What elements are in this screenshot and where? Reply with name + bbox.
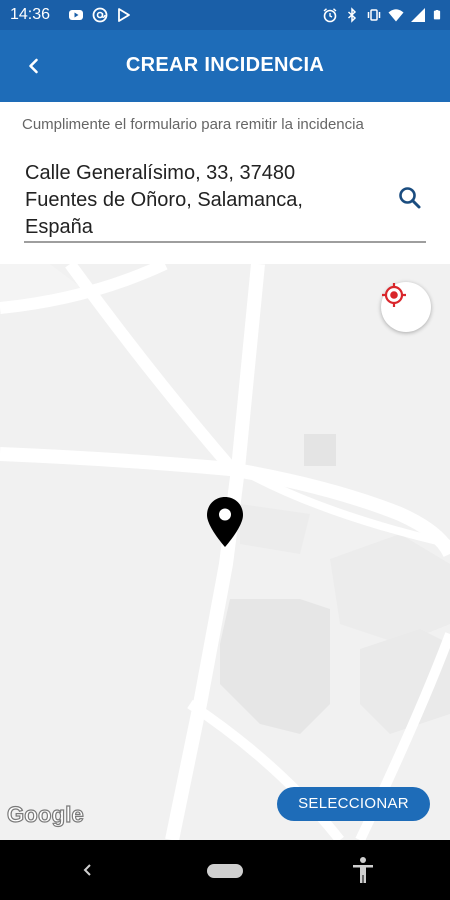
nav-back-button[interactable] — [76, 858, 100, 882]
app-bar: CREAR INCIDENCIA — [0, 30, 450, 102]
vibrate-icon — [367, 9, 381, 21]
address-input[interactable]: Calle Generalísimo, 33, 37480 Fuentes de… — [25, 160, 365, 241]
bluetooth-icon — [347, 7, 357, 23]
youtube-icon — [69, 10, 83, 20]
at-sign-icon — [92, 7, 108, 23]
accessibility-button[interactable] — [350, 856, 376, 884]
select-location-button[interactable]: SELECCIONAR — [277, 787, 430, 821]
search-button[interactable] — [396, 184, 424, 212]
my-location-button[interactable] — [381, 282, 431, 332]
status-time: 14:36 — [10, 6, 51, 23]
back-icon — [83, 864, 91, 876]
alarm-icon — [323, 8, 337, 23]
address-underline — [24, 241, 426, 243]
system-nav-bar — [0, 840, 450, 900]
wifi-icon — [388, 9, 404, 22]
address-line: Fuentes de Oñoro, Salamanca, — [25, 189, 303, 211]
incident-form: Cumplimente el formulario para remitir l… — [0, 102, 450, 264]
map-view[interactable]: Google SELECCIONAR — [0, 264, 450, 840]
notification-icons — [68, 7, 132, 23]
page-title: CREAR INCIDENCIA — [125, 54, 325, 76]
address-line: España — [25, 216, 93, 238]
play-store-icon — [118, 8, 130, 22]
signal-icon — [411, 8, 425, 22]
map-streets — [0, 264, 450, 840]
form-instructions: Cumplimente el formulario para remitir l… — [22, 116, 364, 133]
status-bar: 14:36 — [0, 0, 450, 30]
battery-icon — [433, 10, 441, 20]
my-location-icon — [382, 283, 406, 307]
map-pin-icon — [207, 497, 243, 547]
home-pill-icon[interactable] — [207, 864, 243, 878]
accessibility-icon — [353, 857, 373, 883]
search-icon — [399, 187, 421, 209]
address-line: Calle Generalísimo, 33, 37480 — [25, 162, 296, 184]
system-icons — [322, 7, 442, 23]
google-attribution: Google — [6, 801, 84, 827]
location-pin[interactable] — [206, 496, 244, 548]
